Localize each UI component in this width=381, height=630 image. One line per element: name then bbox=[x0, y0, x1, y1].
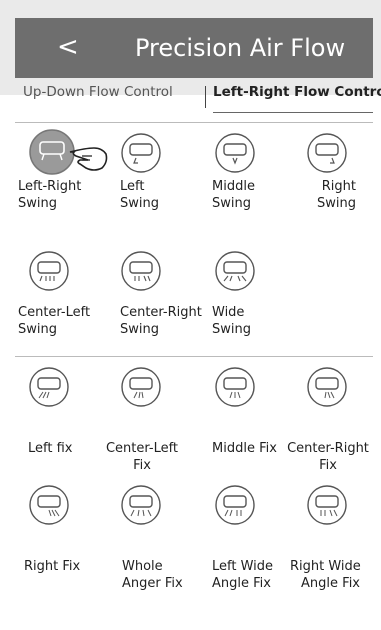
fix-mode-right-wide-angle[interactable] bbox=[306, 484, 381, 534]
section-divider-bottom bbox=[15, 356, 373, 357]
ac-wide-swing-icon bbox=[215, 251, 255, 291]
fix-mode-middle[interactable] bbox=[214, 366, 294, 416]
fix-mode-right[interactable] bbox=[28, 484, 108, 534]
hand-pointer-icon bbox=[69, 147, 108, 171]
swing-label-wide: Wide Swing bbox=[212, 305, 251, 337]
fix-label-left: Left fix bbox=[28, 441, 73, 456]
section-divider-top bbox=[15, 122, 373, 123]
ac-middle-fix-icon bbox=[215, 367, 255, 407]
fix-label-middle: Middle Fix bbox=[212, 441, 277, 456]
fix-mode-left[interactable] bbox=[28, 366, 108, 416]
ac-left-wide-angle-fix-icon bbox=[215, 485, 255, 525]
ac-right-wide-angle-fix-icon bbox=[307, 485, 347, 525]
fix-label-center-left: Center-Left Fix bbox=[105, 441, 179, 473]
tab-divider bbox=[205, 86, 206, 108]
page-title: Precision Air Flow bbox=[135, 34, 346, 62]
swing-label-right: Right Swing bbox=[317, 179, 356, 211]
ac-middle-swing-icon bbox=[215, 133, 255, 173]
ac-left-swing-icon bbox=[121, 133, 161, 173]
swing-label-center-left: Center-Left Swing bbox=[18, 305, 91, 337]
fix-mode-center-right[interactable] bbox=[306, 366, 381, 416]
fix-mode-center-left[interactable] bbox=[120, 366, 200, 416]
ac-center-right-swing-icon bbox=[121, 251, 161, 291]
swing-label-left-right: Left-Right Swing bbox=[18, 179, 82, 211]
tab-up-down-flow[interactable]: Up-Down Flow Control bbox=[23, 84, 173, 100]
swing-label-middle: Middle Swing bbox=[212, 179, 255, 211]
ac-center-left-swing-icon bbox=[29, 251, 69, 291]
fix-label-left-wide-angle: Left Wide Angle Fix bbox=[212, 559, 274, 591]
ac-whole-angle-fix-icon bbox=[121, 485, 161, 525]
ac-right-fix-icon bbox=[29, 485, 69, 525]
ac-center-right-fix-icon bbox=[307, 367, 347, 407]
fix-label-center-right: Center-Right Fix bbox=[287, 441, 369, 473]
fix-mode-left-wide-angle[interactable] bbox=[214, 484, 294, 534]
swing-label-left: Left Swing bbox=[120, 179, 159, 211]
ac-right-swing-icon bbox=[307, 133, 347, 173]
swing-label-center-right: Center-Right Swing bbox=[120, 305, 202, 337]
header-bar: < Precision Air Flow bbox=[15, 18, 373, 78]
ac-left-fix-icon bbox=[29, 367, 69, 407]
ac-center-left-fix-icon bbox=[121, 367, 161, 407]
flow-control-tabs: Up-Down Flow Control Left-Right Flow Con… bbox=[15, 78, 381, 120]
fix-label-right: Right Fix bbox=[24, 559, 81, 574]
back-button[interactable]: < bbox=[57, 30, 79, 64]
fix-label-right-wide-angle: Right Wide Angle Fix bbox=[290, 559, 361, 591]
active-tab-underline bbox=[213, 112, 373, 113]
fix-label-whole-angle: Whole Anger Fix bbox=[122, 559, 183, 591]
fix-mode-whole-angle[interactable] bbox=[120, 484, 200, 534]
tab-left-right-flow[interactable]: Left-Right Flow Control bbox=[213, 84, 381, 100]
